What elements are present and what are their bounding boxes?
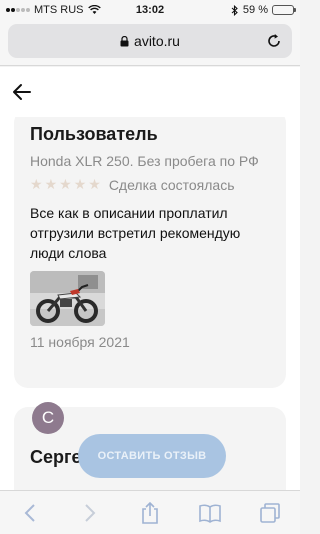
status-bar: MTS RUS 13:02 59 % (0, 0, 300, 20)
rating-stars: ★ ★ ★ ★ ★ (30, 176, 101, 193)
bookmarks-icon (199, 504, 221, 523)
reload-icon[interactable] (266, 33, 282, 49)
battery-icon (272, 5, 296, 15)
wifi-icon (87, 5, 101, 14)
bluetooth-icon (231, 4, 238, 16)
star-icon: ★ (59, 176, 72, 192)
carrier-label: MTS RUS (34, 4, 84, 16)
avatar[interactable]: С (32, 402, 64, 434)
reviewer-name: Серге (30, 447, 82, 467)
rating-row: ★ ★ ★ ★ ★ Сделка состоялась (30, 176, 270, 193)
back-arrow-icon[interactable] (10, 81, 34, 103)
reviewer-name: Пользователь (30, 124, 158, 144)
motorcycle-photo (30, 271, 105, 326)
battery-percent: 59 % (242, 4, 268, 16)
bookmarks-button[interactable] (196, 499, 224, 527)
tabs-icon (260, 502, 280, 523)
review-card: Пользователь Honda XLR 250. Без пробега … (14, 117, 286, 388)
status-right: 59 % (231, 4, 296, 16)
review-text: Все как в описании проплатил отгрузили в… (30, 205, 241, 261)
share-button[interactable] (136, 499, 164, 527)
forward-button[interactable] (76, 499, 104, 527)
star-icon: ★ (44, 176, 58, 192)
browser-toolbar (0, 490, 300, 534)
back-button[interactable] (16, 499, 44, 527)
leave-review-button[interactable]: ОСТАВИТЬ ОТЗЫВ (78, 434, 226, 478)
deal-status: Сделка состоялась (108, 176, 235, 193)
status-left: MTS RUS (6, 4, 101, 16)
status-time: 13:02 (135, 4, 165, 16)
star-icon: ★ (73, 176, 87, 192)
tabs-button[interactable] (256, 499, 284, 527)
star-icon: ★ (30, 176, 43, 192)
item-title[interactable]: Honda XLR 250. Без пробега по РФ (30, 151, 270, 171)
review-photo[interactable] (30, 271, 105, 326)
star-icon: ★ (88, 176, 101, 192)
chevron-right-icon (85, 503, 96, 522)
share-icon (142, 501, 158, 524)
page-header (0, 67, 300, 117)
browser-bar: avito.ru (0, 20, 300, 66)
chevron-left-icon (24, 503, 35, 522)
lock-icon (120, 35, 129, 46)
review-date: 11 ноября 2021 (30, 334, 130, 350)
url-text: avito.ru (134, 33, 180, 49)
address-bar[interactable]: avito.ru (8, 24, 292, 58)
signal-icon (6, 8, 30, 12)
